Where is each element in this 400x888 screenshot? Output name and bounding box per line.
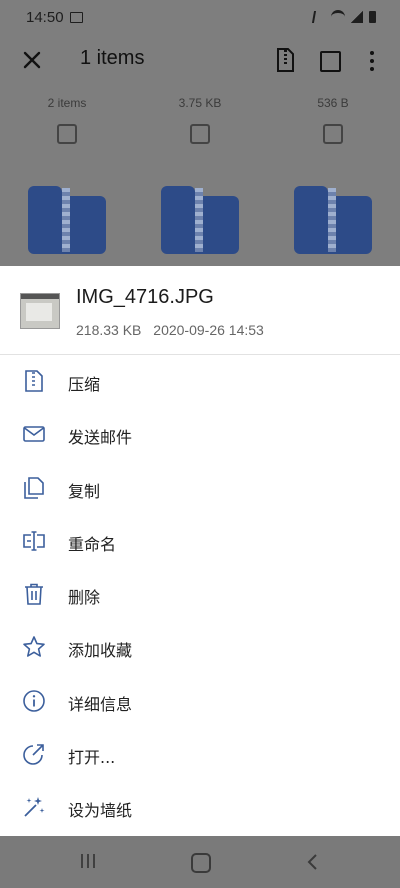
status-time: 14:50 xyxy=(26,9,64,26)
mute-icon xyxy=(311,10,327,23)
delete-icon xyxy=(22,582,46,606)
system-nav-bar xyxy=(0,836,400,888)
zip-folder-icon xyxy=(28,186,106,254)
grid-item-checkbox[interactable] xyxy=(323,124,343,144)
mail-icon xyxy=(22,422,46,446)
selection-title: 1 items xyxy=(80,47,145,69)
action-details[interactable]: 详细信息 xyxy=(0,675,400,728)
action-delete[interactable]: 删除 xyxy=(0,568,400,621)
grid-item-checkbox[interactable] xyxy=(57,124,77,144)
zip-folder-icon xyxy=(161,186,239,254)
action-copy[interactable]: 复制 xyxy=(0,462,400,515)
open-with-icon xyxy=(22,742,46,766)
grid-item[interactable]: 2 items xyxy=(0,86,134,254)
signal-icon xyxy=(351,10,363,23)
info-icon xyxy=(22,689,46,713)
action-label: 打开... xyxy=(68,748,116,768)
file-grid: 2 items 3.75 KB 536 B xyxy=(0,86,400,266)
grid-item-caption: 2 items xyxy=(47,96,87,110)
status-bar: 14:50 xyxy=(0,0,400,36)
action-label: 发送邮件 xyxy=(68,428,133,448)
action-open-with[interactable]: 打开... xyxy=(0,728,400,781)
wifi-icon xyxy=(331,10,345,23)
action-label: 详细信息 xyxy=(68,694,133,714)
wallpaper-icon xyxy=(22,795,46,819)
file-meta: 218.33 KB 2020-09-26 14:53 xyxy=(76,322,264,338)
action-rename[interactable]: 重命名 xyxy=(0,515,400,568)
app-bar: 1 items xyxy=(0,36,400,86)
file-header: IMG_4716.JPG 218.33 KB 2020-09-26 14:53 xyxy=(0,266,400,355)
grid-item[interactable]: 536 B xyxy=(266,86,400,254)
grid-item-caption: 536 B xyxy=(317,96,349,110)
action-label: 压缩 xyxy=(68,375,101,394)
file-thumbnail xyxy=(20,293,60,329)
copy-icon xyxy=(22,476,46,500)
home-icon[interactable] xyxy=(191,853,211,873)
file-name: IMG_4716.JPG xyxy=(76,286,214,308)
file-date: 2020-09-26 14:53 xyxy=(153,322,264,338)
action-label: 添加收藏 xyxy=(68,641,133,661)
action-label: 删除 xyxy=(68,588,101,608)
compress-icon xyxy=(22,369,46,393)
action-label: 重命名 xyxy=(68,534,117,554)
action-send-email[interactable]: 发送邮件 xyxy=(0,408,400,461)
zip-folder-icon xyxy=(294,186,372,254)
grid-item-caption: 3.75 KB xyxy=(178,96,222,110)
action-set-wallpaper[interactable]: 设为墙纸 xyxy=(0,781,400,834)
action-list: 压缩 发送邮件 复制 重命名 删除 添加收藏 详细信息 打开... 设为墙纸 xyxy=(0,355,400,835)
more-options-icon[interactable] xyxy=(370,51,374,71)
image-notification-icon xyxy=(70,12,83,23)
status-icons xyxy=(311,10,376,23)
action-label: 复制 xyxy=(68,481,101,501)
battery-icon xyxy=(369,10,376,23)
rename-icon xyxy=(22,529,46,553)
action-add-favorite[interactable]: 添加收藏 xyxy=(0,621,400,674)
back-icon[interactable] xyxy=(306,854,318,870)
action-compress[interactable]: 压缩 xyxy=(0,355,400,408)
file-size: 218.33 KB xyxy=(76,322,142,338)
action-label: 设为墙纸 xyxy=(68,801,133,821)
select-all-checkbox[interactable] xyxy=(320,51,341,72)
compress-file-icon[interactable] xyxy=(276,48,294,72)
close-icon[interactable] xyxy=(20,48,44,72)
recent-apps-icon[interactable] xyxy=(80,854,96,868)
grid-item-checkbox[interactable] xyxy=(190,124,210,144)
file-actions-sheet: IMG_4716.JPG 218.33 KB 2020-09-26 14:53 … xyxy=(0,266,400,836)
grid-item[interactable]: 3.75 KB xyxy=(133,86,267,254)
star-icon xyxy=(22,635,46,659)
